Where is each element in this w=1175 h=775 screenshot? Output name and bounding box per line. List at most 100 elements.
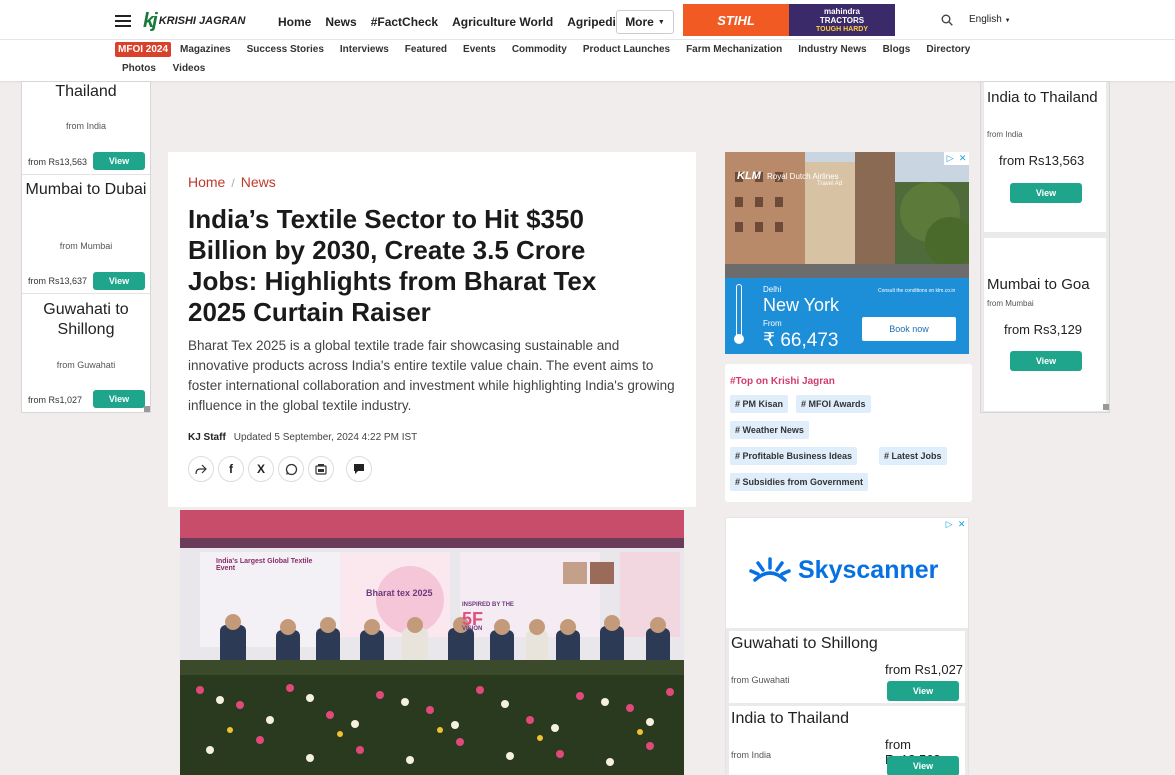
subnav-videos[interactable]: Videos	[173, 63, 206, 74]
whatsapp-icon[interactable]	[278, 456, 304, 482]
view-button[interactable]: View	[93, 272, 145, 290]
close-icon[interactable]: ✕	[958, 519, 966, 530]
caret-down-icon: ▼	[1004, 18, 1011, 24]
nav-home[interactable]: Home	[278, 15, 311, 29]
ad-route-city: Mumbai to Dubai	[25, 181, 147, 198]
ad-flag-icon[interactable]	[1103, 404, 1109, 410]
view-button[interactable]: View	[93, 390, 145, 408]
ad-route-city: India to Thailand	[987, 89, 1098, 106]
nav-agripedia[interactable]: Agripedi	[567, 15, 616, 29]
search-icon[interactable]	[941, 14, 953, 26]
tag-latest-jobs[interactable]: # Latest Jobs	[879, 447, 947, 465]
route-line-icon	[736, 284, 742, 340]
hamburger-menu-icon[interactable]	[115, 15, 131, 27]
comment-icon[interactable]	[346, 456, 372, 482]
ad-mahindra-sub: TRACTORS	[819, 15, 865, 25]
book-now-button[interactable]: Book now	[862, 317, 956, 341]
adchoices-icon[interactable]: ▷	[946, 519, 953, 530]
ad-route-price: from Rs13,637	[28, 276, 88, 286]
share-bar: f X	[188, 456, 376, 482]
view-button[interactable]: View	[887, 756, 959, 775]
tag-pm-kisan[interactable]: # PM Kisan	[730, 395, 789, 413]
ad-flag-icon[interactable]	[144, 406, 150, 412]
tag-label: Latest Jobs	[891, 451, 942, 461]
google-news-icon[interactable]	[308, 456, 334, 482]
subnav-photos[interactable]: Photos	[122, 63, 156, 74]
photo-event-logo: Bharat tex 2025	[366, 588, 433, 598]
close-icon[interactable]: ✕	[959, 153, 967, 164]
site-logo[interactable]: kj KRISHI JAGRAN	[143, 10, 245, 32]
left-side-ad: Thailand from India from Rs13,563 View M…	[21, 81, 151, 413]
author-name[interactable]: KJ Staff	[188, 432, 226, 443]
subnav-item[interactable]: Magazines	[180, 44, 231, 55]
x-twitter-icon[interactable]: X	[248, 456, 274, 482]
nav-agriculture-world[interactable]: Agriculture World	[452, 15, 553, 29]
subnav-item[interactable]: Directory	[926, 44, 970, 55]
tag-subsidies-from-government[interactable]: # Subsidies from Government	[730, 473, 869, 491]
route-dot-icon	[734, 334, 744, 344]
divider	[22, 174, 150, 175]
view-button[interactable]: View	[887, 681, 959, 701]
view-button[interactable]: View	[1010, 351, 1082, 371]
share-icon[interactable]	[188, 456, 214, 482]
ad-route-price: from Rs13,563	[28, 157, 88, 167]
ad-route-from: from India	[731, 750, 772, 760]
event-photo-illustration	[180, 510, 684, 775]
adchoices[interactable]: ▷ ✕	[944, 152, 969, 165]
adchoices[interactable]: ▷ ✕	[943, 518, 968, 531]
ad-route-from: from Guwahati	[731, 675, 790, 685]
skyscanner-sunrise-icon	[749, 557, 791, 582]
klm-logo: KLM	[737, 170, 761, 182]
subnav-item[interactable]: Industry News	[798, 44, 866, 55]
subnav-item[interactable]: Blogs	[883, 44, 911, 55]
top-tags-heading: #Top on Krishi Jagran	[730, 376, 835, 387]
photo-vision: VISION	[462, 626, 483, 632]
klm-ad[interactable]: KLM Royal Dutch Airlines Travel Ad Delhi…	[725, 152, 969, 354]
tag-label: Subsidies from Government	[742, 477, 864, 487]
ad-route-city: Guwahati to Shillong	[43, 301, 129, 338]
skyscanner-ad[interactable]: ▷ ✕ Skyscanner Guwahati to Shillong from …	[725, 517, 969, 775]
mfoi-badge[interactable]: MFOI 2024	[115, 42, 172, 57]
klm-origin: Delhi	[763, 285, 782, 294]
nav-news[interactable]: News	[325, 15, 356, 29]
subnav-item[interactable]: Success Stories	[247, 44, 324, 55]
view-button[interactable]: View	[1010, 183, 1082, 203]
ad-route-price: from Rs1,027	[885, 662, 964, 677]
klm-airline: Royal Dutch Airlines	[767, 172, 839, 181]
tag-mfoi-awards[interactable]: # MFOI Awards	[796, 395, 871, 413]
klm-price: ₹ 66,473	[763, 330, 839, 351]
klm-sub: Travel Ad	[817, 181, 843, 187]
more-button[interactable]: More ▼	[616, 10, 674, 34]
ad-stihl: STIHL	[683, 4, 789, 36]
ad-route-from: from Mumbai	[987, 299, 1034, 308]
breadcrumb-home[interactable]: Home	[188, 174, 225, 190]
nav-factcheck[interactable]: #FactCheck	[371, 15, 438, 29]
byline: KJ Staff Updated 5 September, 2024 4:22 P…	[188, 432, 417, 443]
subnav-item[interactable]: Featured	[405, 44, 447, 55]
ad-route-price: from Rs1,027	[28, 395, 83, 405]
tag-label: Profitable Business Ideas	[742, 451, 853, 461]
header-ad-banner[interactable]: STIHL mahindra TRACTORS TOUGH HARDY	[683, 4, 895, 36]
subnav-item[interactable]: Commodity	[512, 44, 567, 55]
ad-route-from: from India	[65, 121, 107, 131]
subnav-item[interactable]: Farm Mechanization	[686, 44, 782, 55]
adchoices-icon[interactable]: ▷	[947, 153, 954, 164]
subnav-item[interactable]: Events	[463, 44, 496, 55]
sub-nav-row2: Photos Videos	[122, 63, 219, 74]
photo-banner-title: India's Largest Global Textile Event	[216, 558, 313, 572]
facebook-icon[interactable]: f	[218, 456, 244, 482]
tag-weather-news[interactable]: # Weather News	[730, 421, 809, 439]
tag-profitable-business-ideas[interactable]: # Profitable Business Ideas	[730, 447, 858, 465]
tag-label: PM Kisan	[742, 399, 784, 409]
breadcrumb-news[interactable]: News	[241, 174, 276, 190]
breadcrumb-separator: /	[231, 176, 235, 190]
subnav-item[interactable]: Product Launches	[583, 44, 670, 55]
skyscanner-wordmark: Skyscanner	[798, 556, 939, 584]
ad-mahindra: mahindra TRACTORS TOUGH HARDY	[789, 4, 895, 36]
city-skyline-illustration	[725, 152, 969, 278]
article-photo: India's Largest Global Textile Event Bha…	[180, 510, 684, 775]
ad-mahindra-brand: mahindra	[823, 6, 860, 16]
language-select[interactable]: English ▼	[969, 14, 1011, 25]
subnav-item[interactable]: Interviews	[340, 44, 389, 55]
view-button[interactable]: View	[93, 152, 145, 170]
